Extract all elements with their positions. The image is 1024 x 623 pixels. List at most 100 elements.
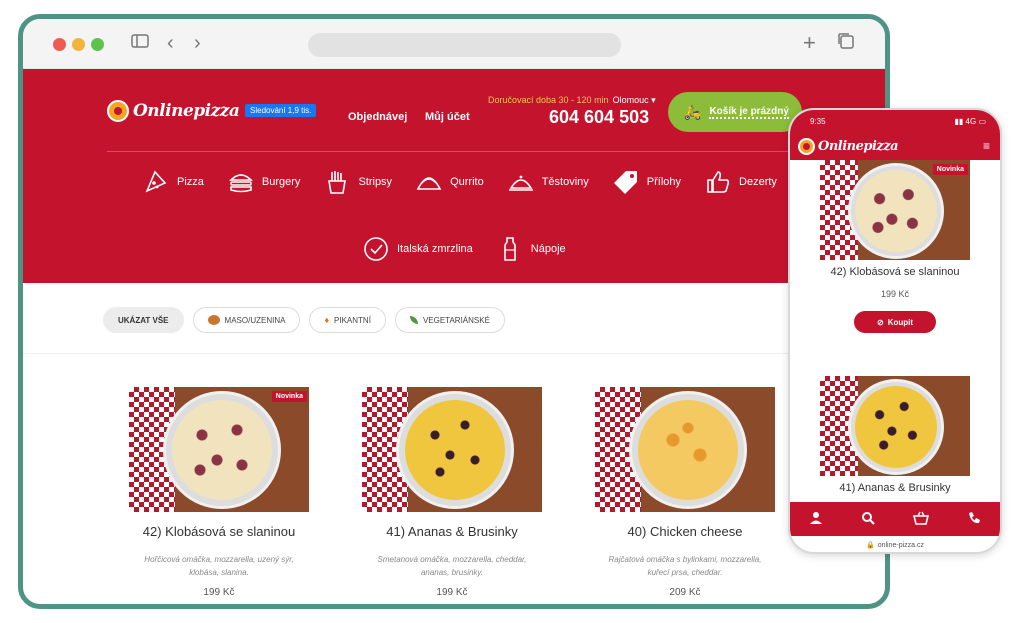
product-image[interactable]: Novinka — [820, 160, 970, 260]
mobile-url: online-pizza.cz — [877, 541, 925, 549]
filter-label: VEGETARIÁNSKÉ — [422, 315, 490, 325]
thumbs-up-icon — [705, 169, 731, 195]
category-nav-row-2: Italská zmrzlina Nápoje — [363, 236, 590, 262]
cart-button[interactable]: 🛵 Košík je prázdný — [668, 92, 802, 132]
category-label: Pizza — [177, 176, 204, 188]
filter-vegetarian[interactable]: VEGETARIÁNSKÉ — [394, 307, 505, 333]
category-sides[interactable]: Přílohy — [613, 169, 681, 195]
nav-account[interactable]: Můj účet — [425, 111, 470, 123]
mobile-header: Onlinepizza ≡ — [790, 132, 1000, 160]
product-card[interactable]: 40) Chicken cheese Rajčatová omáčka s by… — [595, 387, 775, 598]
filter-spicy[interactable]: ♦ PIKANTNÍ — [309, 307, 386, 333]
buy-button[interactable]: ⊘ Koupit — [854, 311, 936, 333]
city-select[interactable]: Olomouc ▾ — [613, 95, 656, 105]
desktop-browser-frame: ‹ › + Onlinepizza Sledování 1,9 tis. Obj… — [18, 14, 890, 609]
browser-toolbar: ‹ › + — [23, 19, 885, 69]
product-price: 199 Kč — [436, 587, 468, 598]
maximize-window-button[interactable] — [91, 38, 104, 51]
tag-icon — [613, 169, 639, 195]
product-card[interactable]: Novinka 42) Klobásová se slaninou Hořčic… — [129, 387, 309, 598]
category-label: Italská zmrzlina — [397, 243, 473, 255]
filter-label: PIKANTNÍ — [334, 315, 371, 325]
phone-icon[interactable] — [967, 511, 981, 528]
product-name[interactable]: 42) Klobásová se slaninou — [129, 524, 309, 539]
category-drinks[interactable]: Nápoje — [497, 236, 566, 262]
category-pasta[interactable]: Těstoviny — [508, 169, 589, 195]
mobile-url-bar[interactable]: 🔒 online-pizza.cz — [790, 536, 1000, 552]
filters-divider — [23, 353, 885, 354]
product-image[interactable] — [820, 376, 970, 476]
pizza — [405, 400, 505, 500]
category-label: Přílohy — [646, 176, 682, 188]
site-header: Onlinepizza Sledování 1,9 tis. Objednáve… — [23, 69, 885, 283]
product-price: 199 Kč — [203, 587, 235, 598]
facebook-follow-button[interactable]: Sledování 1,9 tis. — [245, 104, 317, 117]
delivery-time: Doručovací doba 30 - 120 min — [488, 95, 609, 105]
flame-icon: ♦ — [324, 315, 330, 325]
meat-icon — [207, 315, 220, 325]
category-pizza[interactable]: Pizza — [143, 169, 204, 195]
mobile-product-card[interactable]: Novinka 42) Klobásová se slaninou 199 Kč… — [820, 160, 970, 333]
phone-number[interactable]: 604 604 503 — [549, 107, 649, 128]
product-price: 199 Kč — [880, 289, 910, 299]
filter-label: MASO/UZENINA — [224, 315, 286, 325]
back-arrow-icon[interactable]: ‹ — [167, 32, 174, 54]
pizza — [855, 386, 937, 468]
category-burgers[interactable]: Burgery — [228, 169, 301, 195]
status-indicators: ▮▮ 4G ▭ — [954, 116, 986, 126]
user-icon[interactable] — [809, 511, 823, 528]
status-time: 9:35 — [810, 116, 826, 126]
delivery-info: Doručovací doba 30 - 120 min Olomouc ▾ — [488, 95, 656, 106]
product-name[interactable]: 41) Ananas & Brusinky — [362, 524, 542, 539]
pizza-logo-icon — [107, 100, 129, 122]
buy-label: Koupit — [887, 317, 914, 327]
hamburger-menu-icon[interactable]: ≡ — [983, 139, 990, 153]
category-desserts[interactable]: Dezerty — [705, 169, 777, 195]
product-name[interactable]: 40) Chicken cheese — [595, 524, 775, 539]
product-name[interactable]: 42) Klobásová se slaninou — [820, 266, 970, 278]
minimize-window-button[interactable] — [72, 38, 85, 51]
category-qurrito[interactable]: Qurrito — [416, 169, 484, 195]
pizza — [855, 170, 937, 252]
mobile-status-bar: 9:35 ▮▮ 4G ▭ — [790, 110, 1000, 132]
category-label: Dezerty — [739, 176, 777, 188]
close-window-button[interactable] — [53, 38, 66, 51]
taco-icon — [416, 169, 442, 195]
check-circle-icon: ⊘ — [876, 317, 884, 327]
category-label: Burgery — [261, 176, 301, 188]
address-bar[interactable] — [308, 33, 621, 57]
pizza — [638, 400, 738, 500]
new-tab-icon[interactable]: + — [803, 32, 816, 54]
mobile-logo[interactable]: Onlinepizza — [798, 137, 899, 155]
filter-bar: UKÁZAT VŠE MASO/UZENINA ♦ PIKANTNÍ VEGET… — [103, 307, 505, 333]
category-label: Qurrito — [450, 176, 484, 188]
logo-text: Onlinepizza — [133, 101, 240, 121]
sidebar-toggle-icon[interactable] — [131, 32, 149, 54]
bottle-icon — [497, 236, 523, 262]
fries-icon — [324, 169, 350, 195]
product-description: Smetanová omáčka, mozzarella, cheddar, a… — [377, 555, 527, 577]
mobile-product-card[interactable]: 41) Ananas & Brusinky — [820, 376, 970, 494]
basket-icon[interactable] — [912, 511, 930, 528]
scooter-icon: 🛵 — [684, 103, 702, 120]
product-price: 209 Kč — [669, 587, 701, 598]
product-image[interactable] — [595, 387, 775, 512]
pizza-slice-icon — [143, 169, 169, 195]
filter-meat[interactable]: MASO/UZENINA — [192, 307, 301, 333]
mobile-tab-bar — [790, 502, 1000, 536]
product-card[interactable]: 41) Ananas & Brusinky Smetanová omáčka, … — [362, 387, 542, 598]
pizza-logo-icon — [798, 137, 815, 155]
site-logo[interactable]: Onlinepizza — [107, 100, 240, 122]
filter-label: UKÁZAT VŠE — [118, 315, 169, 325]
category-strips[interactable]: Stripsy — [324, 169, 392, 195]
category-ice-cream[interactable]: Italská zmrzlina — [363, 236, 473, 262]
forward-arrow-icon[interactable]: › — [194, 32, 201, 54]
nav-order[interactable]: Objednávej — [348, 111, 407, 123]
mobile-phone-frame: 9:35 ▮▮ 4G ▭ Onlinepizza ≡ Novinka 42) K… — [788, 108, 1002, 554]
tabs-overview-icon[interactable] — [837, 32, 855, 55]
product-name[interactable]: 41) Ananas & Brusinky — [820, 482, 970, 494]
product-image[interactable]: Novinka — [129, 387, 309, 512]
search-icon[interactable] — [861, 511, 875, 528]
filter-show-all[interactable]: UKÁZAT VŠE — [103, 307, 184, 333]
product-image[interactable] — [362, 387, 542, 512]
